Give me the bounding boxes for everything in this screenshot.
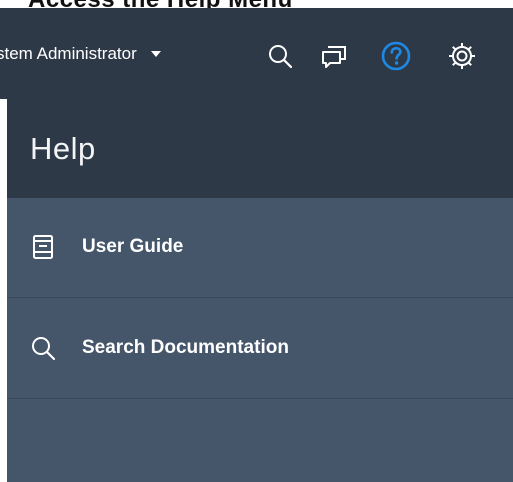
top-bar: stem Administrator: [0, 8, 513, 99]
chevron-down-icon: [150, 51, 161, 57]
help-panel-title: Help: [30, 131, 96, 166]
help-panel-header: Help: [7, 99, 513, 198]
chat-icon[interactable]: [316, 38, 352, 74]
search-icon: [28, 333, 58, 363]
help-panel: Help User Guide Search Documentation: [7, 99, 513, 482]
help-item-user-guide[interactable]: User Guide: [7, 198, 513, 298]
gear-icon[interactable]: [444, 38, 480, 74]
book-icon: [28, 232, 58, 262]
help-icon[interactable]: [378, 38, 414, 74]
help-item-label: Search Documentation: [82, 337, 289, 358]
help-item-label: User Guide: [82, 236, 184, 257]
user-menu[interactable]: stem Administrator: [0, 44, 161, 64]
user-name: stem Administrator: [0, 44, 137, 63]
search-icon[interactable]: [262, 38, 298, 74]
screenshot-root: Access the Help Menu stem Administrator: [0, 0, 513, 482]
help-item-search-documentation[interactable]: Search Documentation: [7, 299, 513, 399]
